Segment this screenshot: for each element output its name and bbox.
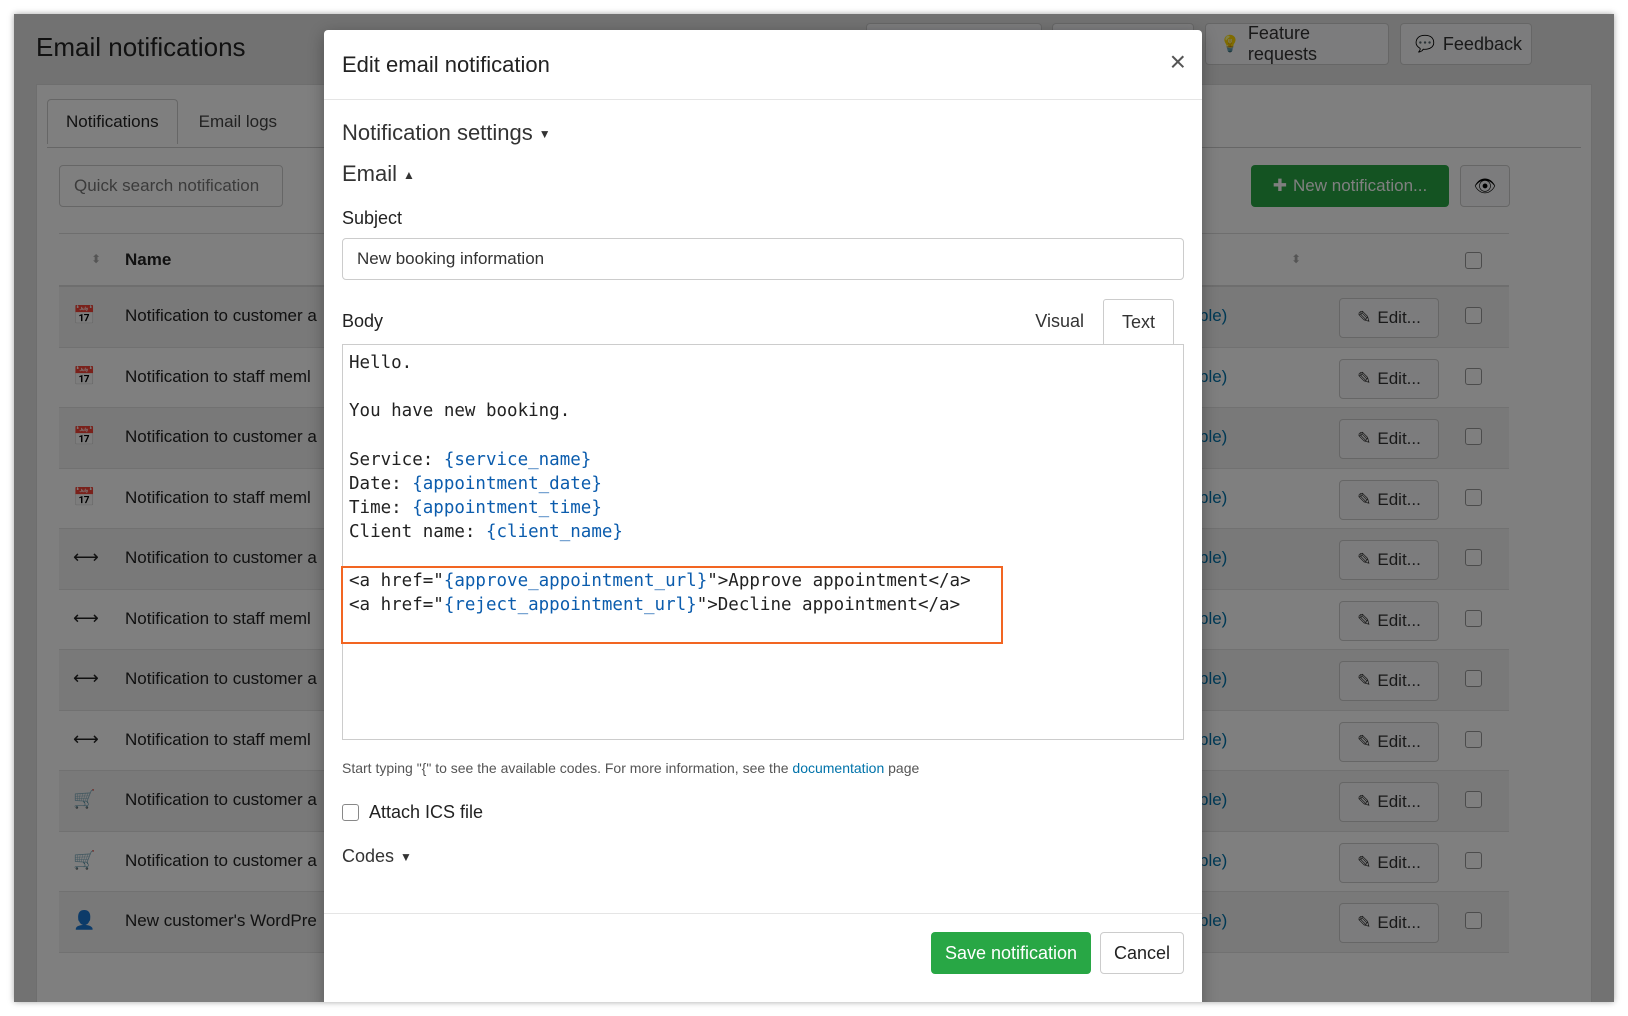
tab-text[interactable]: Text [1102, 299, 1174, 345]
placeholder-code: {appointment_date} [412, 473, 602, 494]
subject-label: Subject [342, 208, 403, 228]
body-line: Time: {appointment_time} [349, 496, 1177, 520]
modal-title: Edit email notification [342, 52, 550, 77]
close-icon[interactable]: × [1170, 48, 1186, 76]
notification-settings-label: Notification settings [342, 120, 533, 145]
body-line: Client name: {client_name} [349, 520, 1177, 544]
body-text: Date: [349, 473, 413, 494]
caret-down-icon: ▼ [400, 850, 412, 865]
body-text: Client name: [349, 522, 486, 543]
body-line: Hello. [349, 351, 1177, 375]
body-line [349, 424, 1177, 448]
notification-settings-toggle[interactable]: Notification settings ▼ [342, 120, 551, 146]
save-notification-button[interactable]: Save notification [931, 932, 1091, 974]
placeholder-code: {reject_appointment_url} [443, 594, 697, 615]
email-section-label: Email [342, 161, 398, 186]
body-line: You have new booking. [349, 399, 1177, 423]
app-window: Email notifications 💡 Feature requests 💬… [14, 14, 1614, 1002]
body-line: <a href="{approve_appointment_url}">Appr… [349, 569, 1177, 593]
body-text: Time: [349, 498, 413, 519]
attach-ics-label[interactable]: Attach ICS file [369, 802, 483, 823]
body-line: Service: {service_name} [349, 448, 1177, 472]
email-section-toggle[interactable]: Email ▲ [342, 161, 415, 187]
placeholder-code: {client_name} [485, 522, 623, 543]
body-line [349, 545, 1177, 569]
body-line: <a href="{reject_appointment_url}">Decli… [349, 593, 1177, 617]
placeholder-code: {approve_appointment_url} [443, 570, 708, 591]
placeholder-code: {service_name} [443, 449, 592, 470]
body-editor-tabs: Visual Text [1016, 298, 1174, 345]
caret-up-icon: ▲ [403, 168, 415, 183]
body-label: Body [342, 311, 384, 331]
body-text: You have new booking. [349, 401, 571, 422]
body-text: Service: [349, 449, 444, 470]
hint-text-end: page [884, 760, 920, 776]
documentation-link[interactable]: documentation [792, 760, 884, 776]
attach-ics-checkbox[interactable] [342, 804, 359, 821]
caret-down-icon: ▼ [538, 127, 551, 142]
codes-hint: Start typing "{" to see the available co… [342, 760, 919, 776]
subject-input[interactable]: New booking information [342, 238, 1184, 280]
modal-header: Edit email notification × [324, 30, 1202, 100]
body-line [349, 375, 1177, 399]
body-textarea[interactable]: Hello. You have new booking. Service: {ser… [342, 344, 1184, 740]
body-text: ">Approve appointment</a> [707, 570, 971, 591]
cancel-button[interactable]: Cancel [1100, 932, 1184, 974]
body-text: ">Decline appointment</a> [696, 594, 961, 615]
edit-email-notification-modal: Edit email notification × Notification s… [324, 30, 1202, 1002]
modal-footer [324, 913, 1202, 914]
tab-visual[interactable]: Visual [1016, 298, 1103, 344]
body-text: <a href=" [349, 594, 444, 615]
body-line: Date: {appointment_date} [349, 472, 1177, 496]
placeholder-code: {appointment_time} [412, 498, 602, 519]
body-text: Hello. [349, 353, 413, 373]
body-text: <a href=" [349, 570, 444, 591]
codes-toggle[interactable]: Codes ▼ [342, 846, 412, 867]
codes-label: Codes [342, 846, 395, 866]
hint-text: Start typing "{" to see the available co… [342, 760, 793, 776]
